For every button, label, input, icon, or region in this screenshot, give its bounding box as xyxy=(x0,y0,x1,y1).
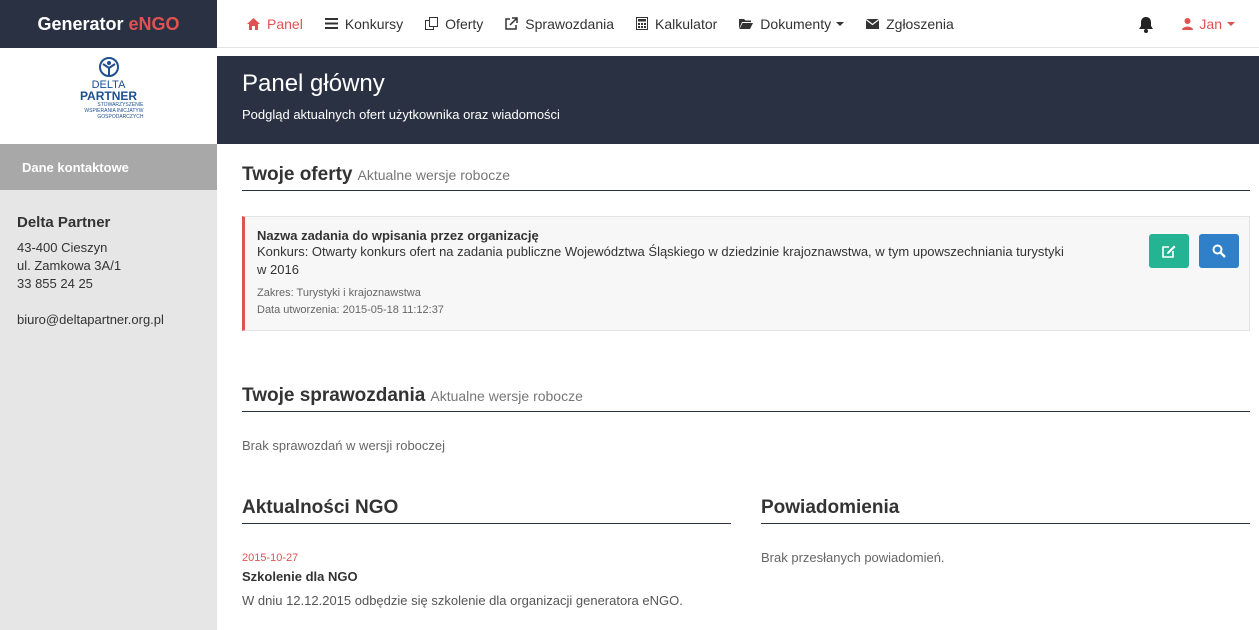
notifications-section-title: Powiadomienia xyxy=(761,497,1250,524)
contact-phone: 33 855 24 25 xyxy=(17,276,93,291)
news-headline[interactable]: Szkolenie dla NGO xyxy=(242,569,731,584)
external-link-icon xyxy=(505,17,519,30)
news-column: Aktualności NGO 2015-10-27 Szkolenie dla… xyxy=(242,497,731,608)
nav-zgloszenia[interactable]: Zgłoszenia xyxy=(866,16,954,32)
contact-address-2: ul. Zamkowa 3A/1 xyxy=(17,258,122,273)
brand-name: Generator xyxy=(37,13,124,34)
top-navbar: Panel Konkursy Oferty Sprawozdania Kalku… xyxy=(217,0,1259,48)
nav-panel[interactable]: Panel xyxy=(247,16,303,32)
nav-sprawozdania-label: Sprawozdania xyxy=(525,15,615,32)
nav-konkursy[interactable]: Konkursy xyxy=(324,15,404,32)
news-title: Aktualności NGO xyxy=(242,497,399,518)
offers-subtitle: Aktualne wersje robocze xyxy=(357,167,511,183)
user-icon xyxy=(1182,18,1194,30)
view-offer-button[interactable] xyxy=(1199,234,1239,268)
logo-line3: STOWARZYSZENIE WSPIERANIA INICJATYW GOSP… xyxy=(84,102,144,120)
offer-meta: Zakres: Turystyki i krajoznawstwa Data u… xyxy=(257,285,1237,319)
offer-card: Nazwa zadania do wpisania przez organiza… xyxy=(242,216,1250,331)
bell-icon[interactable] xyxy=(1138,16,1154,33)
nav-oferty-label: Oferty xyxy=(445,15,484,32)
offers-title: Twoje oferty xyxy=(242,164,353,185)
logo-mark-icon xyxy=(98,57,119,77)
user-name: Jan xyxy=(1199,16,1222,32)
reports-section-title: Twoje sprawozdania Aktualne wersje roboc… xyxy=(242,385,1250,412)
news-date: 2015-10-27 xyxy=(242,552,299,564)
nav-zgloszenia-label: Zgłoszenia xyxy=(886,15,954,32)
bottom-columns: Aktualności NGO 2015-10-27 Szkolenie dla… xyxy=(242,497,1250,608)
folder-icon xyxy=(739,18,754,29)
search-icon xyxy=(1212,244,1226,258)
nav-panel-label: Panel xyxy=(267,15,303,32)
page-title: Panel główny xyxy=(242,70,385,97)
notifications-title: Powiadomienia xyxy=(761,497,900,518)
notifications-column: Powiadomienia Brak przesłanych powiadomi… xyxy=(761,497,1250,608)
nav-kalkulator-label: Kalkulator xyxy=(655,15,718,32)
reports-subtitle: Aktualne wersje robocze xyxy=(430,388,583,404)
sidebar-header: Dane kontaktowe xyxy=(0,144,217,190)
notifications-empty-text: Brak przesłanych powiadomień. xyxy=(761,550,945,565)
brand-accent: eNGO xyxy=(128,13,180,34)
home-icon xyxy=(247,17,260,30)
edit-offer-button[interactable] xyxy=(1149,234,1189,268)
nav-sprawozdania[interactable]: Sprawozdania xyxy=(505,16,614,32)
copy-icon xyxy=(425,17,439,30)
sidebar: DELTA PARTNER STOWARZYSZENIE WSPIERANIA … xyxy=(0,48,217,630)
page-subtitle: Podgląd aktualnych ofert użytkownika ora… xyxy=(242,107,560,122)
calculator-icon xyxy=(636,17,649,30)
envelope-icon xyxy=(866,18,880,29)
app-brand[interactable]: Generator eNGO xyxy=(0,0,217,48)
org-logo-box: DELTA PARTNER STOWARZYSZENIE WSPIERANIA … xyxy=(0,48,217,144)
chevron-down-icon xyxy=(1227,22,1235,26)
nav-right-group: Jan xyxy=(1138,0,1259,48)
offer-actions xyxy=(1139,234,1239,268)
nav-oferty[interactable]: Oferty xyxy=(425,16,483,32)
news-section-title: Aktualności NGO xyxy=(242,497,731,524)
page-header: Panel główny Podgląd aktualnych ofert uż… xyxy=(217,56,1259,144)
offer-created: Data utworzenia: 2015-05-18 11:12:37 xyxy=(257,304,444,316)
reports-title: Twoje sprawozdania xyxy=(242,385,426,406)
user-menu[interactable]: Jan xyxy=(1182,16,1235,32)
list-icon xyxy=(324,18,338,29)
edit-icon xyxy=(1162,245,1176,258)
nav-konkursy-label: Konkursy xyxy=(344,15,404,32)
nav-kalkulator[interactable]: Kalkulator xyxy=(636,16,717,32)
org-logo: DELTA PARTNER STOWARZYSZENIE WSPIERANIA … xyxy=(71,56,147,136)
nav-dokumenty[interactable]: Dokumenty xyxy=(739,15,845,32)
contact-address-1: 43-400 Cieszyn xyxy=(17,240,108,255)
nav-dokumenty-label: Dokumenty xyxy=(760,15,832,32)
offer-konkurs: Konkurs: Otwarty konkurs ofert na zadani… xyxy=(257,244,1064,277)
offer-name: Nazwa zadania do wpisania przez organiza… xyxy=(257,228,539,243)
contact-org-name: Delta Partner xyxy=(17,214,111,231)
offers-section-title: Twoje oferty Aktualne wersje robocze xyxy=(242,164,1250,191)
offer-zakres: Zakres: Turystyki i krajoznawstwa xyxy=(257,287,421,299)
reports-empty-text: Brak sprawozdań w wersji roboczej xyxy=(242,438,446,453)
contact-email[interactable]: biuro@deltapartner.org.pl xyxy=(17,311,200,329)
contact-block: Delta Partner 43-400 Cieszyn ul. Zamkowa… xyxy=(0,190,217,353)
logo-line2: PARTNER xyxy=(79,89,138,103)
news-body: W dniu 12.12.2015 odbędzie się szkolenie… xyxy=(242,593,683,608)
main-content: Twoje oferty Aktualne wersje robocze Naz… xyxy=(217,144,1259,630)
chevron-down-icon xyxy=(836,21,845,26)
